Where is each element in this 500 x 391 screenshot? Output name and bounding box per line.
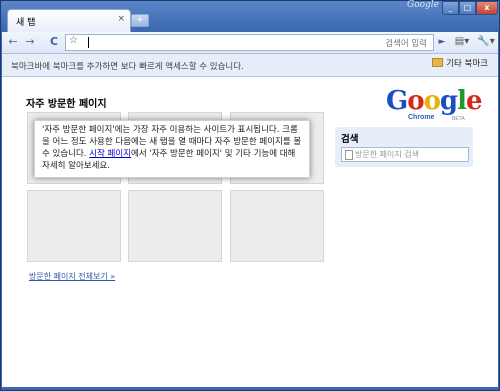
logo-letter: o xyxy=(423,86,441,116)
go-icon[interactable]: ► xyxy=(434,34,450,50)
page-icon xyxy=(345,150,353,160)
minimize-button[interactable]: _ xyxy=(442,1,459,15)
start-page-link[interactable]: 시작 페이지 xyxy=(89,149,131,159)
toolbar: ← → C ☆ 검색어 입력 ► ▤▾ 🔧▾ xyxy=(2,32,498,54)
title-bar: Google _ □ x 새 탭 × + xyxy=(1,0,499,33)
other-bookmarks-button[interactable]: 기타 북마크 xyxy=(429,57,491,71)
logo-letter: l xyxy=(457,86,467,116)
most-visited-info-box: '자주 방문한 페이지'에는 가장 자주 이용하는 사이트가 표시됩니다. 크롬… xyxy=(34,120,310,178)
window-brand: Google xyxy=(407,0,439,10)
close-tab-icon[interactable]: × xyxy=(117,14,125,24)
new-tab-page: 자주 방문한 페이지 '자주 방문한 페이지'에는 가장 자주 이용하는 사이트… xyxy=(2,77,498,387)
history-search-panel: 검색 방문한 페이지 검색 xyxy=(335,127,473,167)
history-search-input[interactable]: 방문한 페이지 검색 xyxy=(341,147,469,162)
chrome-label: Chrome xyxy=(408,114,435,121)
folder-icon xyxy=(432,58,444,67)
search-placeholder: 방문한 페이지 검색 xyxy=(355,150,419,159)
thumbnail-slot[interactable] xyxy=(27,190,121,262)
maximize-button[interactable]: □ xyxy=(459,1,476,15)
address-bar[interactable]: ☆ 검색어 입력 xyxy=(65,34,434,51)
bookmarks-bar-hint: 북마크바에 북마크를 추가하면 보다 빠르게 액세스할 수 있습니다. xyxy=(11,62,244,72)
bookmarks-bar: 북마크바에 북마크를 추가하면 보다 빠르게 액세스할 수 있습니다. 기타 북… xyxy=(2,54,498,77)
close-window-button[interactable]: x xyxy=(476,1,498,15)
text-caret xyxy=(88,37,89,48)
logo-letter: o xyxy=(407,86,424,116)
tab-title: 새 탭 xyxy=(16,18,36,28)
forward-arrow-icon[interactable]: → xyxy=(22,34,38,50)
other-bookmarks-label: 기타 북마크 xyxy=(446,59,488,69)
google-wordmark: Google xyxy=(386,86,483,116)
back-arrow-icon[interactable]: ← xyxy=(5,34,21,50)
browser-window: Google _ □ x 새 탭 × + ← → C ☆ 검색어 입력 ► ▤▾… xyxy=(0,0,500,391)
logo-letter: g xyxy=(439,86,458,116)
thumbnail-slot[interactable] xyxy=(230,190,324,262)
omnibox-hint: 검색어 입력 xyxy=(385,39,427,49)
tab-new-tab[interactable]: 새 탭 × xyxy=(7,9,131,33)
view-all-history-link[interactable]: 방문한 페이지 전체보기 » xyxy=(29,271,115,282)
thumbnail-slot[interactable] xyxy=(128,190,222,262)
new-tab-button[interactable]: + xyxy=(131,14,149,27)
most-visited-title: 자주 방문한 페이지 xyxy=(26,99,107,110)
page-menu-icon[interactable]: ▤▾ xyxy=(451,34,473,50)
logo-letter: e xyxy=(465,86,483,116)
wrench-menu-icon[interactable]: 🔧▾ xyxy=(476,34,496,50)
beta-label: BETA xyxy=(452,116,465,122)
search-title: 검색 xyxy=(341,134,359,145)
bookmark-star-icon[interactable]: ☆ xyxy=(69,35,78,46)
reload-icon[interactable]: C xyxy=(46,34,62,50)
logo-letter: G xyxy=(386,86,408,116)
google-chrome-logo: Google Chrome BETA xyxy=(386,86,483,126)
